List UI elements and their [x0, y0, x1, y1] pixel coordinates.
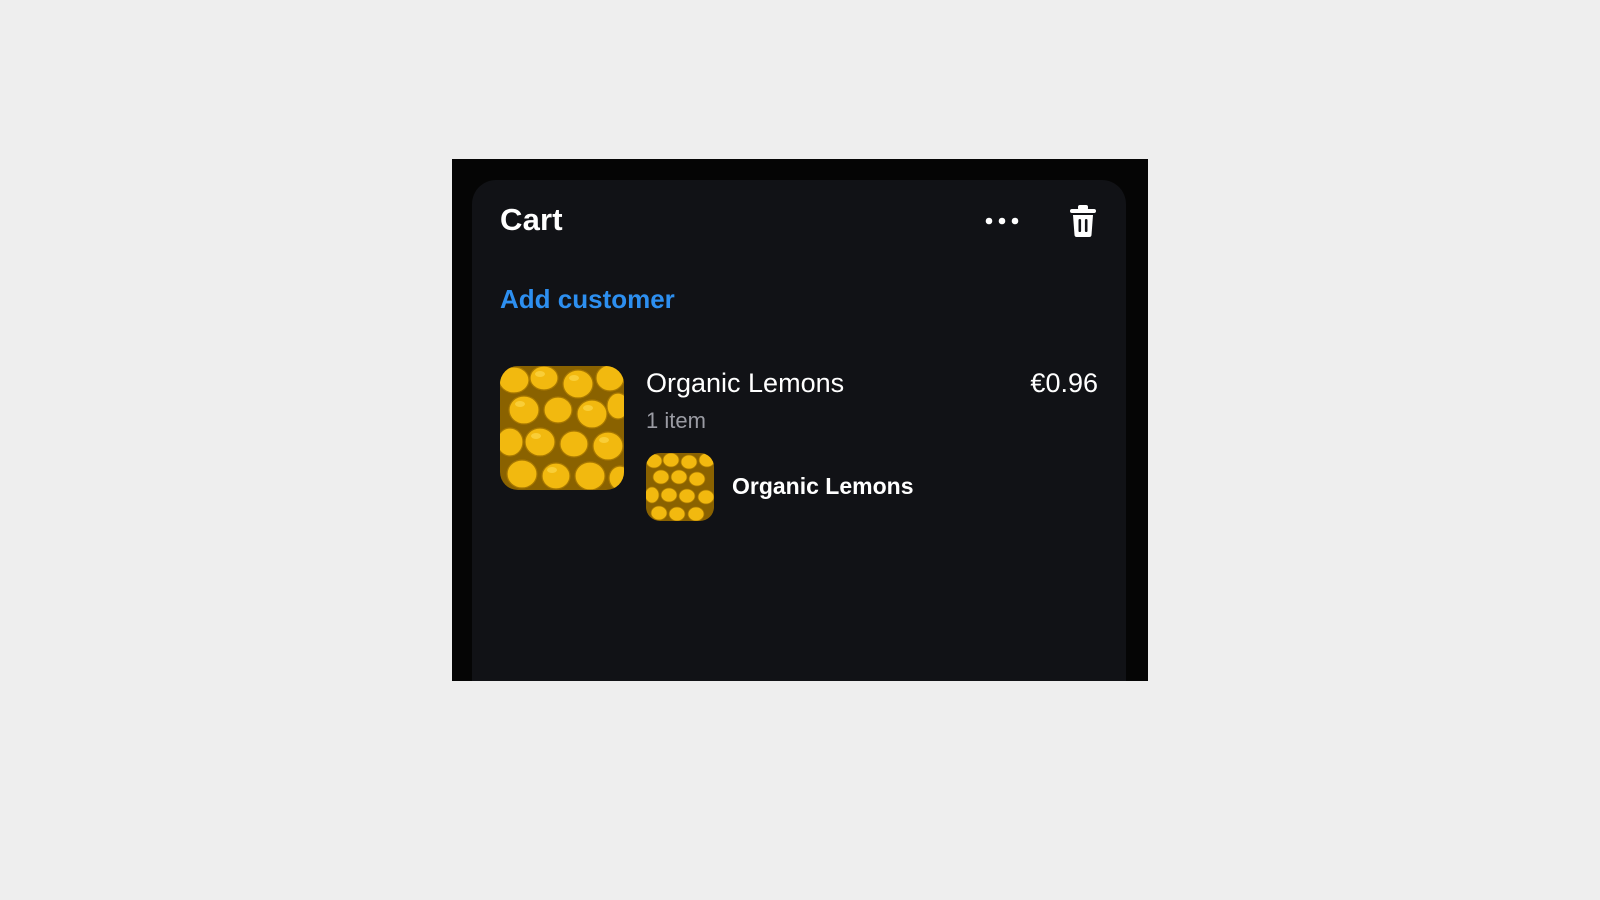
cart-sub-item-name: Organic Lemons [732, 473, 914, 499]
add-customer-link[interactable]: Add customer [500, 284, 675, 315]
cart-item-price: €0.96 [1030, 368, 1098, 398]
lemons-image [646, 453, 714, 521]
cart-item-count: 1 item [646, 408, 706, 433]
app-window: Cart Add customer Organic Lemons €0.96 1… [452, 159, 1148, 681]
cart-title: Cart [500, 202, 563, 237]
cart-item-row[interactable]: Organic Lemons €0.96 1 item Organic Lemo… [500, 366, 1098, 526]
cart-panel: Cart Add customer Organic Lemons €0.96 1… [472, 180, 1126, 681]
more-horizontal-icon [984, 216, 1020, 226]
cart-item-name: Organic Lemons [646, 368, 845, 398]
lemons-image [500, 366, 624, 490]
trash-icon [1069, 204, 1097, 238]
clear-cart-button[interactable] [1066, 202, 1100, 240]
cart-sub-item[interactable]: Organic Lemons [646, 453, 1046, 521]
more-options-button[interactable] [984, 206, 1020, 236]
